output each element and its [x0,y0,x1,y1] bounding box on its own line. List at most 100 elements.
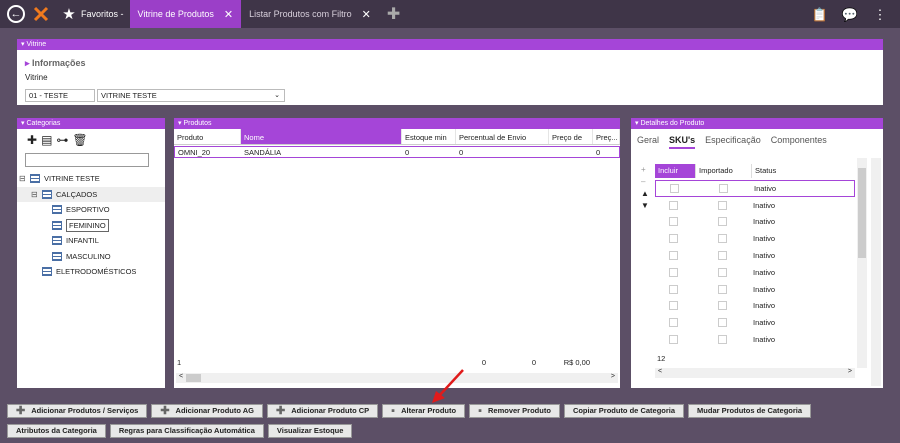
imported-checkbox[interactable] [718,234,727,244]
tab-listar-produtos[interactable]: Listar Produtos com Filtro ✕ [241,0,379,28]
table-row[interactable]: Inativo [655,314,855,331]
category-attributes-button[interactable]: Atributos da Categoria [7,424,106,438]
chat-icon[interactable]: 💬 [840,5,860,25]
tab-vitrine-de-produtos[interactable]: Vitrine de Produtos ✕ [129,0,242,28]
table-row[interactable]: Inativo [655,214,855,231]
imported-checkbox[interactable] [718,217,727,227]
column-header[interactable]: Preço de [549,129,593,144]
table-row[interactable]: Inativo [655,230,855,247]
column-header[interactable]: Produto [174,129,241,144]
tree-node[interactable]: INFANTIL [17,233,165,249]
tree-node[interactable]: FEMININO [17,218,165,234]
add-product-cp-button[interactable]: ✚ Adicionar Produto CP [267,404,379,418]
include-checkbox[interactable] [669,251,678,261]
favorites-label[interactable]: Favoritos - [81,9,124,19]
collapse-icon[interactable]: ⊟ [31,190,39,199]
table-row[interactable]: Inativo [655,331,855,348]
include-checkbox[interactable] [670,183,679,193]
include-checkbox[interactable] [669,217,678,227]
chevron-left-icon[interactable]: < [179,373,183,383]
auto-classification-rules-button[interactable]: Regras para Classificação Automática [109,424,264,438]
arrow-down-icon[interactable]: ▼ [641,200,649,212]
include-checkbox[interactable] [669,234,678,244]
panel-title[interactable]: Produtos [174,118,620,129]
tab-skus[interactable]: SKU's [669,135,696,149]
vitrine-code-field[interactable]: 01 - TESTE [25,89,95,102]
back-icon[interactable]: ← [7,5,25,23]
vitrine-select[interactable]: VITRINE TESTE ⌄ [97,89,285,102]
table-row[interactable]: Inativo [655,247,855,264]
horizontal-scrollbar[interactable]: < > [655,368,855,378]
include-checkbox[interactable] [669,200,678,210]
collapse-icon[interactable]: ⊟ [19,174,27,183]
chevron-right-icon[interactable]: > [848,368,852,378]
remove-icon[interactable]: – [641,176,649,188]
tab-componentes[interactable]: Componentes [771,135,827,149]
close-icon[interactable]: ✕ [362,8,371,21]
tree-node[interactable]: ELETRODOMÉSTICOS [17,264,165,280]
add-tab-icon[interactable]: ✚ [387,4,400,24]
imported-checkbox[interactable] [718,284,727,294]
column-header[interactable]: Percentual de Envio [456,129,549,144]
view-stock-button[interactable]: Visualizar Estoque [267,424,353,438]
tree-node[interactable]: MASCULINO [17,249,165,265]
column-header[interactable]: Estoque min [402,129,456,144]
column-header[interactable]: Nome [241,129,402,144]
panel-title[interactable]: Vitrine [17,39,883,50]
table-row[interactable]: OMNI_20 SANDÁLIA 0 0 0 [174,146,620,158]
column-header[interactable]: Importado [695,164,751,178]
table-row[interactable]: Inativo [655,281,855,298]
move-products-category-button[interactable]: Mudar Produtos de Categoria [688,404,812,418]
column-header[interactable]: Preç... [593,129,620,144]
add-products-services-button[interactable]: ✚ Adicionar Produtos / Serviços [7,404,148,418]
edit-product-button[interactable]: ▪ Alterar Produto [382,404,466,418]
tab-geral[interactable]: Geral [637,135,659,149]
table-row[interactable]: Inativo [655,264,855,281]
tree-node[interactable]: ⊟ CALÇADOS [17,186,165,202]
panel-title[interactable]: Categorias [17,118,165,129]
tab-especificacao[interactable]: Especificação [705,135,761,149]
category-search-input[interactable] [25,153,149,167]
more-vertical-icon[interactable]: ⋮ [870,5,890,25]
clipboard-icon[interactable]: 📋 [810,5,830,25]
tree-node[interactable]: ESPORTIVO [17,202,165,218]
scroll-thumb[interactable] [858,168,866,258]
column-header[interactable]: Incluir [655,164,695,178]
include-checkbox[interactable] [669,301,678,311]
include-checkbox[interactable] [669,267,678,277]
imported-checkbox[interactable] [718,251,727,261]
imported-checkbox[interactable] [718,318,727,328]
panel-vertical-scrollbar[interactable] [871,158,881,386]
horizontal-scrollbar[interactable]: < > [176,373,618,383]
scroll-thumb[interactable] [186,374,201,382]
add-icon[interactable]: + [641,164,649,176]
table-row[interactable]: Inativo [655,197,855,214]
remove-product-button[interactable]: ▪ Remover Produto [469,404,560,418]
section-title[interactable]: Informações [25,58,883,69]
include-checkbox[interactable] [669,335,678,345]
column-header[interactable]: Status [751,164,851,178]
vertical-scrollbar[interactable] [857,158,867,368]
imported-checkbox[interactable] [718,200,727,210]
star-icon[interactable]: ★ [59,4,79,24]
add-product-ag-button[interactable]: ✚ Adicionar Produto AG [151,404,264,418]
table-row[interactable]: Inativo [655,298,855,315]
table-row[interactable]: Inativo [655,180,855,197]
imported-checkbox[interactable] [719,183,728,193]
tree-node[interactable]: ⊟ VITRINE TESTE [17,171,165,187]
trash-icon[interactable]: 🗑 [72,133,87,147]
include-checkbox[interactable] [669,318,678,328]
chevron-left-icon[interactable]: < [658,368,662,378]
imported-checkbox[interactable] [718,301,727,311]
copy-product-category-button[interactable]: Copiar Produto de Categoria [563,404,685,418]
include-checkbox[interactable] [669,284,678,294]
imported-checkbox[interactable] [718,267,727,277]
add-icon[interactable]: ✚ [27,133,37,147]
panel-title[interactable]: Detalhes do Produto [631,118,883,129]
imported-checkbox[interactable] [718,335,727,345]
arrow-up-icon[interactable]: ▲ [641,188,649,200]
tree-icon[interactable]: ⊶ [56,133,68,147]
list-icon[interactable]: ▤ [41,133,52,147]
chevron-right-icon[interactable]: > [611,373,615,383]
close-icon[interactable]: ✕ [224,8,233,21]
